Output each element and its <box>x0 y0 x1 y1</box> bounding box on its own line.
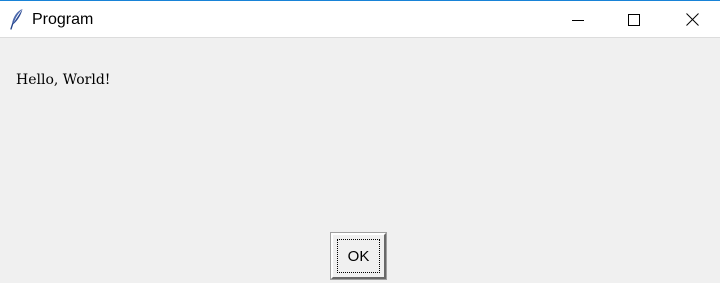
title-bar[interactable]: Program <box>0 1 720 38</box>
minimize-icon <box>572 14 584 26</box>
close-button[interactable] <box>669 1 715 38</box>
minimize-button[interactable] <box>555 1 601 38</box>
maximize-button[interactable] <box>611 1 657 38</box>
window-content: Hello, World! OK <box>0 39 720 283</box>
app-window: Program Hello, World! OK <box>0 0 720 283</box>
close-icon <box>685 13 699 26</box>
ok-button[interactable]: OK <box>330 232 387 280</box>
window-title: Program <box>32 11 94 28</box>
ok-button-label: OK <box>347 247 370 265</box>
hello-message: Hello, World! <box>16 72 111 88</box>
maximize-icon <box>628 13 640 26</box>
feather-icon <box>8 8 26 30</box>
